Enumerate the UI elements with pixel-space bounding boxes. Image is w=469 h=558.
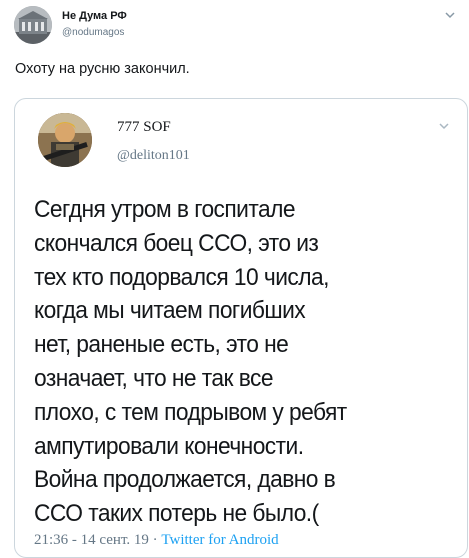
text-line: Война продолжается, давно в bbox=[34, 466, 336, 494]
quoted-tweet-text: Сегдня утром в госпитале скончался боец … bbox=[34, 193, 429, 531]
building-avatar-icon bbox=[14, 6, 52, 44]
text-line: когда мы читаем погибших bbox=[34, 297, 306, 325]
text-line: ампутировали конечности. bbox=[34, 432, 304, 460]
text-line: нет, раненые есть, это не bbox=[34, 331, 289, 359]
quoted-author-name[interactable]: 777 SOF bbox=[117, 119, 171, 136]
soldier-avatar-icon bbox=[38, 113, 92, 167]
text-line: плохо, с тем подрывом у ребят bbox=[34, 398, 347, 426]
meta-separator: · bbox=[152, 532, 158, 548]
text-line: Сегдня утром в госпитале bbox=[34, 196, 295, 223]
tweet-source-link[interactable]: Twitter for Android bbox=[161, 532, 278, 548]
quoted-avatar[interactable] bbox=[38, 113, 92, 167]
avatar[interactable] bbox=[14, 6, 52, 44]
quoted-tweet-card[interactable]: 777 SOF @deliton101 Сегдня утром в госпи… bbox=[14, 98, 468, 558]
text-line: ССО таких потерь не было.( bbox=[34, 500, 319, 528]
tweet-text: Охоту на русню закончил. bbox=[15, 61, 190, 77]
author-handle[interactable]: @nodumagos bbox=[62, 27, 124, 38]
chevron-down-icon[interactable] bbox=[443, 8, 457, 22]
author-name[interactable]: Не Дума РФ bbox=[62, 10, 127, 22]
tweet-timestamp[interactable]: 21:36 - 14 сент. 19 bbox=[34, 532, 149, 548]
quoted-author-handle[interactable]: @deliton101 bbox=[117, 148, 190, 164]
tweet-meta: 21:36 - 14 сент. 19 · Twitter for Androi… bbox=[34, 532, 279, 549]
text-line: скончался боец ССО, это из bbox=[34, 229, 319, 257]
text-line: тех кто подорвался 10 числа, bbox=[34, 263, 329, 291]
chevron-down-icon[interactable] bbox=[437, 119, 451, 133]
text-line: означает, что не так все bbox=[34, 364, 274, 392]
